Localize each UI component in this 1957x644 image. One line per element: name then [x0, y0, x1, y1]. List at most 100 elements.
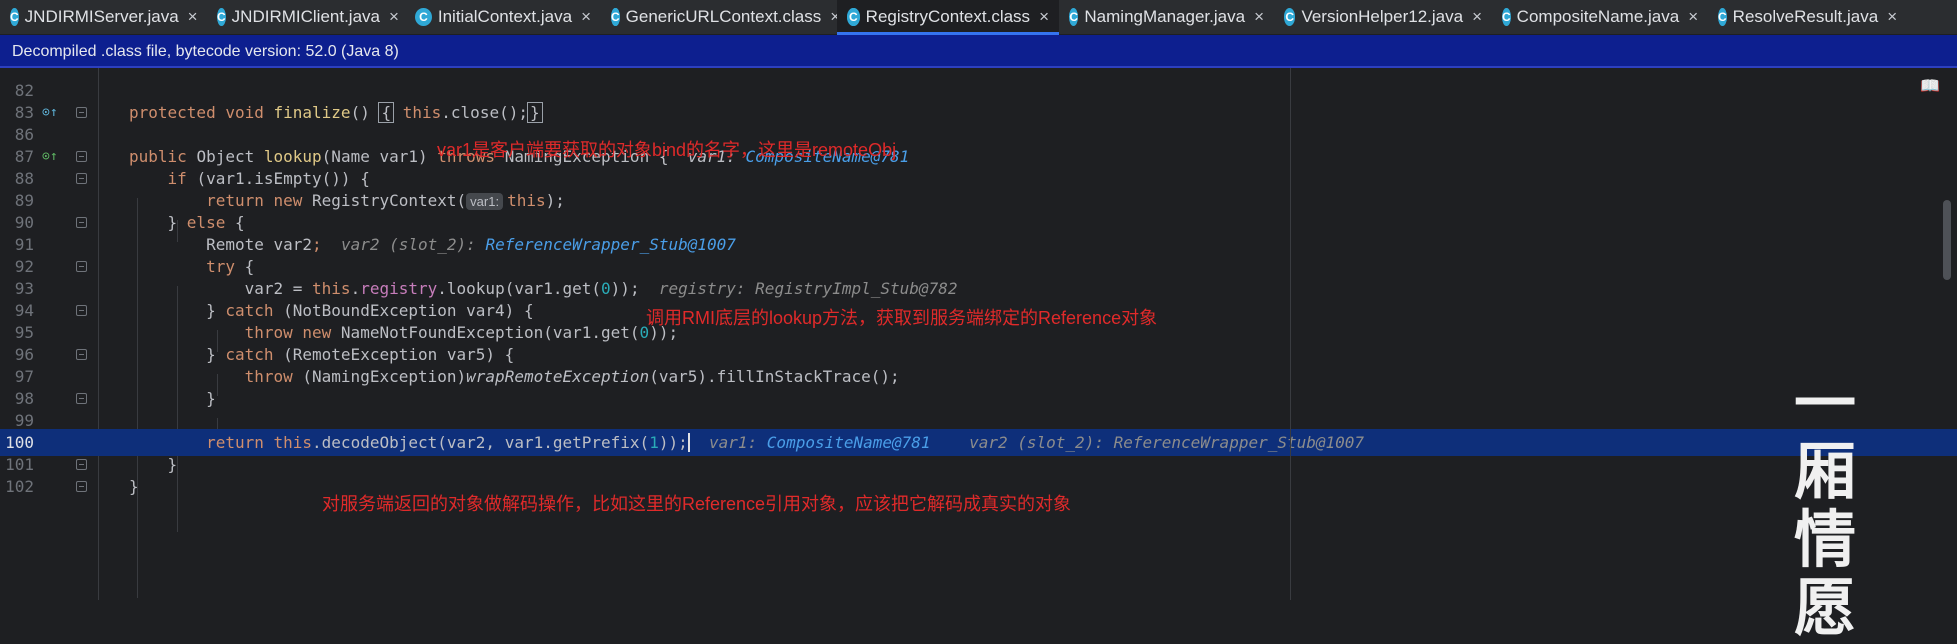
line-number: 82: [14, 81, 34, 100]
line-number: 99: [14, 411, 34, 430]
tab-namingmanager[interactable]: C NamingManager.java ×: [1059, 0, 1274, 34]
close-icon[interactable]: ×: [1688, 7, 1698, 27]
java-class-icon: C: [1284, 8, 1296, 26]
code-text: return this.decodeObject(var2, var1.getP…: [206, 433, 1365, 452]
code-editor[interactable]: 82 83 ⊙↑ protected void finalize() { thi…: [0, 68, 1957, 600]
fold-icon[interactable]: [76, 217, 87, 228]
code-text: if (var1.isEmpty()) {: [167, 169, 370, 188]
fold-icon[interactable]: [76, 107, 87, 118]
tab-registrycontext[interactable]: C RegistryContext.class ×: [837, 0, 1059, 35]
inline-debug-hint: registry: RegistryImpl_Stub@782: [658, 279, 958, 298]
java-class-icon: C: [1069, 8, 1079, 26]
code-text: } else {: [129, 213, 245, 232]
java-class-icon: C: [1502, 8, 1511, 26]
java-class-icon: C: [10, 8, 19, 26]
code-text: }: [129, 389, 216, 408]
parameter-hint: var1:: [466, 193, 504, 210]
line-number: 90: [14, 213, 34, 232]
close-icon[interactable]: ×: [1254, 7, 1264, 27]
tab-label: InitialContext.java: [437, 7, 573, 26]
class-file-icon: C: [847, 8, 860, 26]
tab-label: CompositeName.java: [1516, 7, 1680, 26]
code-text: } catch (RemoteException var5) {: [129, 345, 515, 364]
tab-label: GenericURLContext.class: [625, 7, 822, 26]
vertical-scrollbar[interactable]: [1943, 200, 1951, 280]
inline-debug-hint: var2 (slot_2):: [969, 433, 1114, 452]
close-icon[interactable]: ×: [389, 7, 399, 27]
tab-versionhelper12[interactable]: C VersionHelper12.java ×: [1274, 0, 1492, 34]
line-number: 95: [14, 323, 34, 342]
line-number: 100: [5, 433, 34, 452]
code-text: }: [129, 477, 139, 496]
line-number: 92: [14, 257, 34, 276]
line-number: 89: [14, 191, 34, 210]
tab-label: RegistryContext.class: [865, 7, 1031, 26]
code-text: throw (NamingException)wrapRemoteExcepti…: [244, 367, 900, 386]
annotation-text: 调用RMI底层的lookup方法，获取到服务端绑定的Reference对象: [646, 308, 1158, 328]
tab-jndirmiserver[interactable]: C JNDIRMIServer.java ×: [0, 0, 207, 34]
close-icon[interactable]: ×: [188, 7, 198, 27]
class-file-icon: C: [611, 8, 620, 26]
inline-debug-hint: var1:: [709, 433, 767, 452]
java-class-icon: C: [415, 8, 432, 26]
fold-icon[interactable]: [76, 305, 87, 316]
close-icon[interactable]: ×: [1887, 7, 1897, 27]
editor-tab-bar: C JNDIRMIServer.java × C JNDIRMIClient.j…: [0, 0, 1957, 35]
decompiled-banner: Decompiled .class file, bytecode version…: [0, 35, 1957, 68]
line-number: 98: [14, 389, 34, 408]
fold-icon[interactable]: [76, 459, 87, 470]
code-text: }: [129, 455, 178, 474]
close-icon[interactable]: ×: [1039, 7, 1049, 27]
override-gutter-icon[interactable]: ⊙↑: [42, 105, 58, 120]
tab-label: NamingManager.java: [1084, 7, 1246, 26]
tab-genericurlcontext[interactable]: C GenericURLContext.class ×: [601, 0, 840, 34]
code-text: return new RegistryContext(var1: this);: [206, 191, 565, 210]
fold-icon[interactable]: [76, 261, 87, 272]
code-text: try {: [206, 257, 255, 276]
right-margin-guide: [1290, 68, 1291, 600]
code-text: var2 = this.registry.lookup(var1.get(0))…: [129, 279, 958, 298]
fold-icon[interactable]: [76, 393, 87, 404]
line-number: 101: [5, 455, 34, 474]
line-number: 96: [14, 345, 34, 364]
code-text: } catch (NotBoundException var4) {: [129, 301, 534, 320]
java-class-icon: C: [1718, 8, 1727, 26]
watermark: 一厢情愿: [1790, 370, 1860, 642]
fold-icon[interactable]: [76, 151, 87, 162]
tab-bar-spacer: [1904, 0, 1957, 34]
tab-resolveresult[interactable]: C ResolveResult.java ×: [1708, 0, 1904, 34]
line-number: 87: [14, 147, 34, 166]
code-text: throw new NameNotFoundException(var1.get…: [244, 323, 679, 342]
tab-label: JNDIRMIServer.java: [24, 7, 179, 26]
annotation-text: 对服务端返回的对象做解码操作，比如这里的Reference引用对象，应该把它解码…: [322, 494, 1072, 514]
java-class-icon: C: [217, 8, 226, 26]
tab-label: ResolveResult.java: [1732, 7, 1879, 26]
close-icon[interactable]: ×: [1472, 7, 1482, 27]
line-number: 88: [14, 169, 34, 188]
tab-label: VersionHelper12.java: [1301, 7, 1464, 26]
tab-initialcontext[interactable]: C InitialContext.java ×: [405, 0, 601, 34]
fold-icon[interactable]: [76, 349, 87, 360]
line-number: 102: [5, 477, 34, 496]
line-number: 91: [14, 235, 34, 254]
reader-mode-icon[interactable]: 📖: [1920, 76, 1940, 95]
implements-gutter-icon[interactable]: ⊙↑: [42, 149, 58, 164]
tab-label: JNDIRMIClient.java: [231, 7, 380, 26]
fold-icon[interactable]: [76, 173, 87, 184]
code-text: protected void finalize() { this.close()…: [129, 102, 543, 123]
line-number: 97: [14, 367, 34, 386]
inline-debug-value: CompositeName@781: [766, 433, 931, 452]
code-text: Remote var2; var2 (slot_2): ReferenceWra…: [129, 235, 736, 254]
close-icon[interactable]: ×: [581, 7, 591, 27]
watermark-text: 一厢情愿: [1793, 367, 1856, 644]
tab-jndirmiclient[interactable]: C JNDIRMIClient.java ×: [207, 0, 405, 34]
line-number: 86: [14, 125, 34, 144]
annotation-text: var1是客户端要获取的对象bind的名字，这里是remoteObj: [437, 140, 897, 160]
inline-debug-value: ReferenceWrapper_Stub@1007: [1113, 433, 1365, 452]
line-number: 94: [14, 301, 34, 320]
line-number: 93: [14, 279, 34, 298]
line-number: 83: [14, 103, 34, 122]
banner-text: Decompiled .class file, bytecode version…: [12, 42, 399, 60]
tab-compositename[interactable]: C CompositeName.java ×: [1492, 0, 1708, 34]
fold-icon[interactable]: [76, 481, 87, 492]
